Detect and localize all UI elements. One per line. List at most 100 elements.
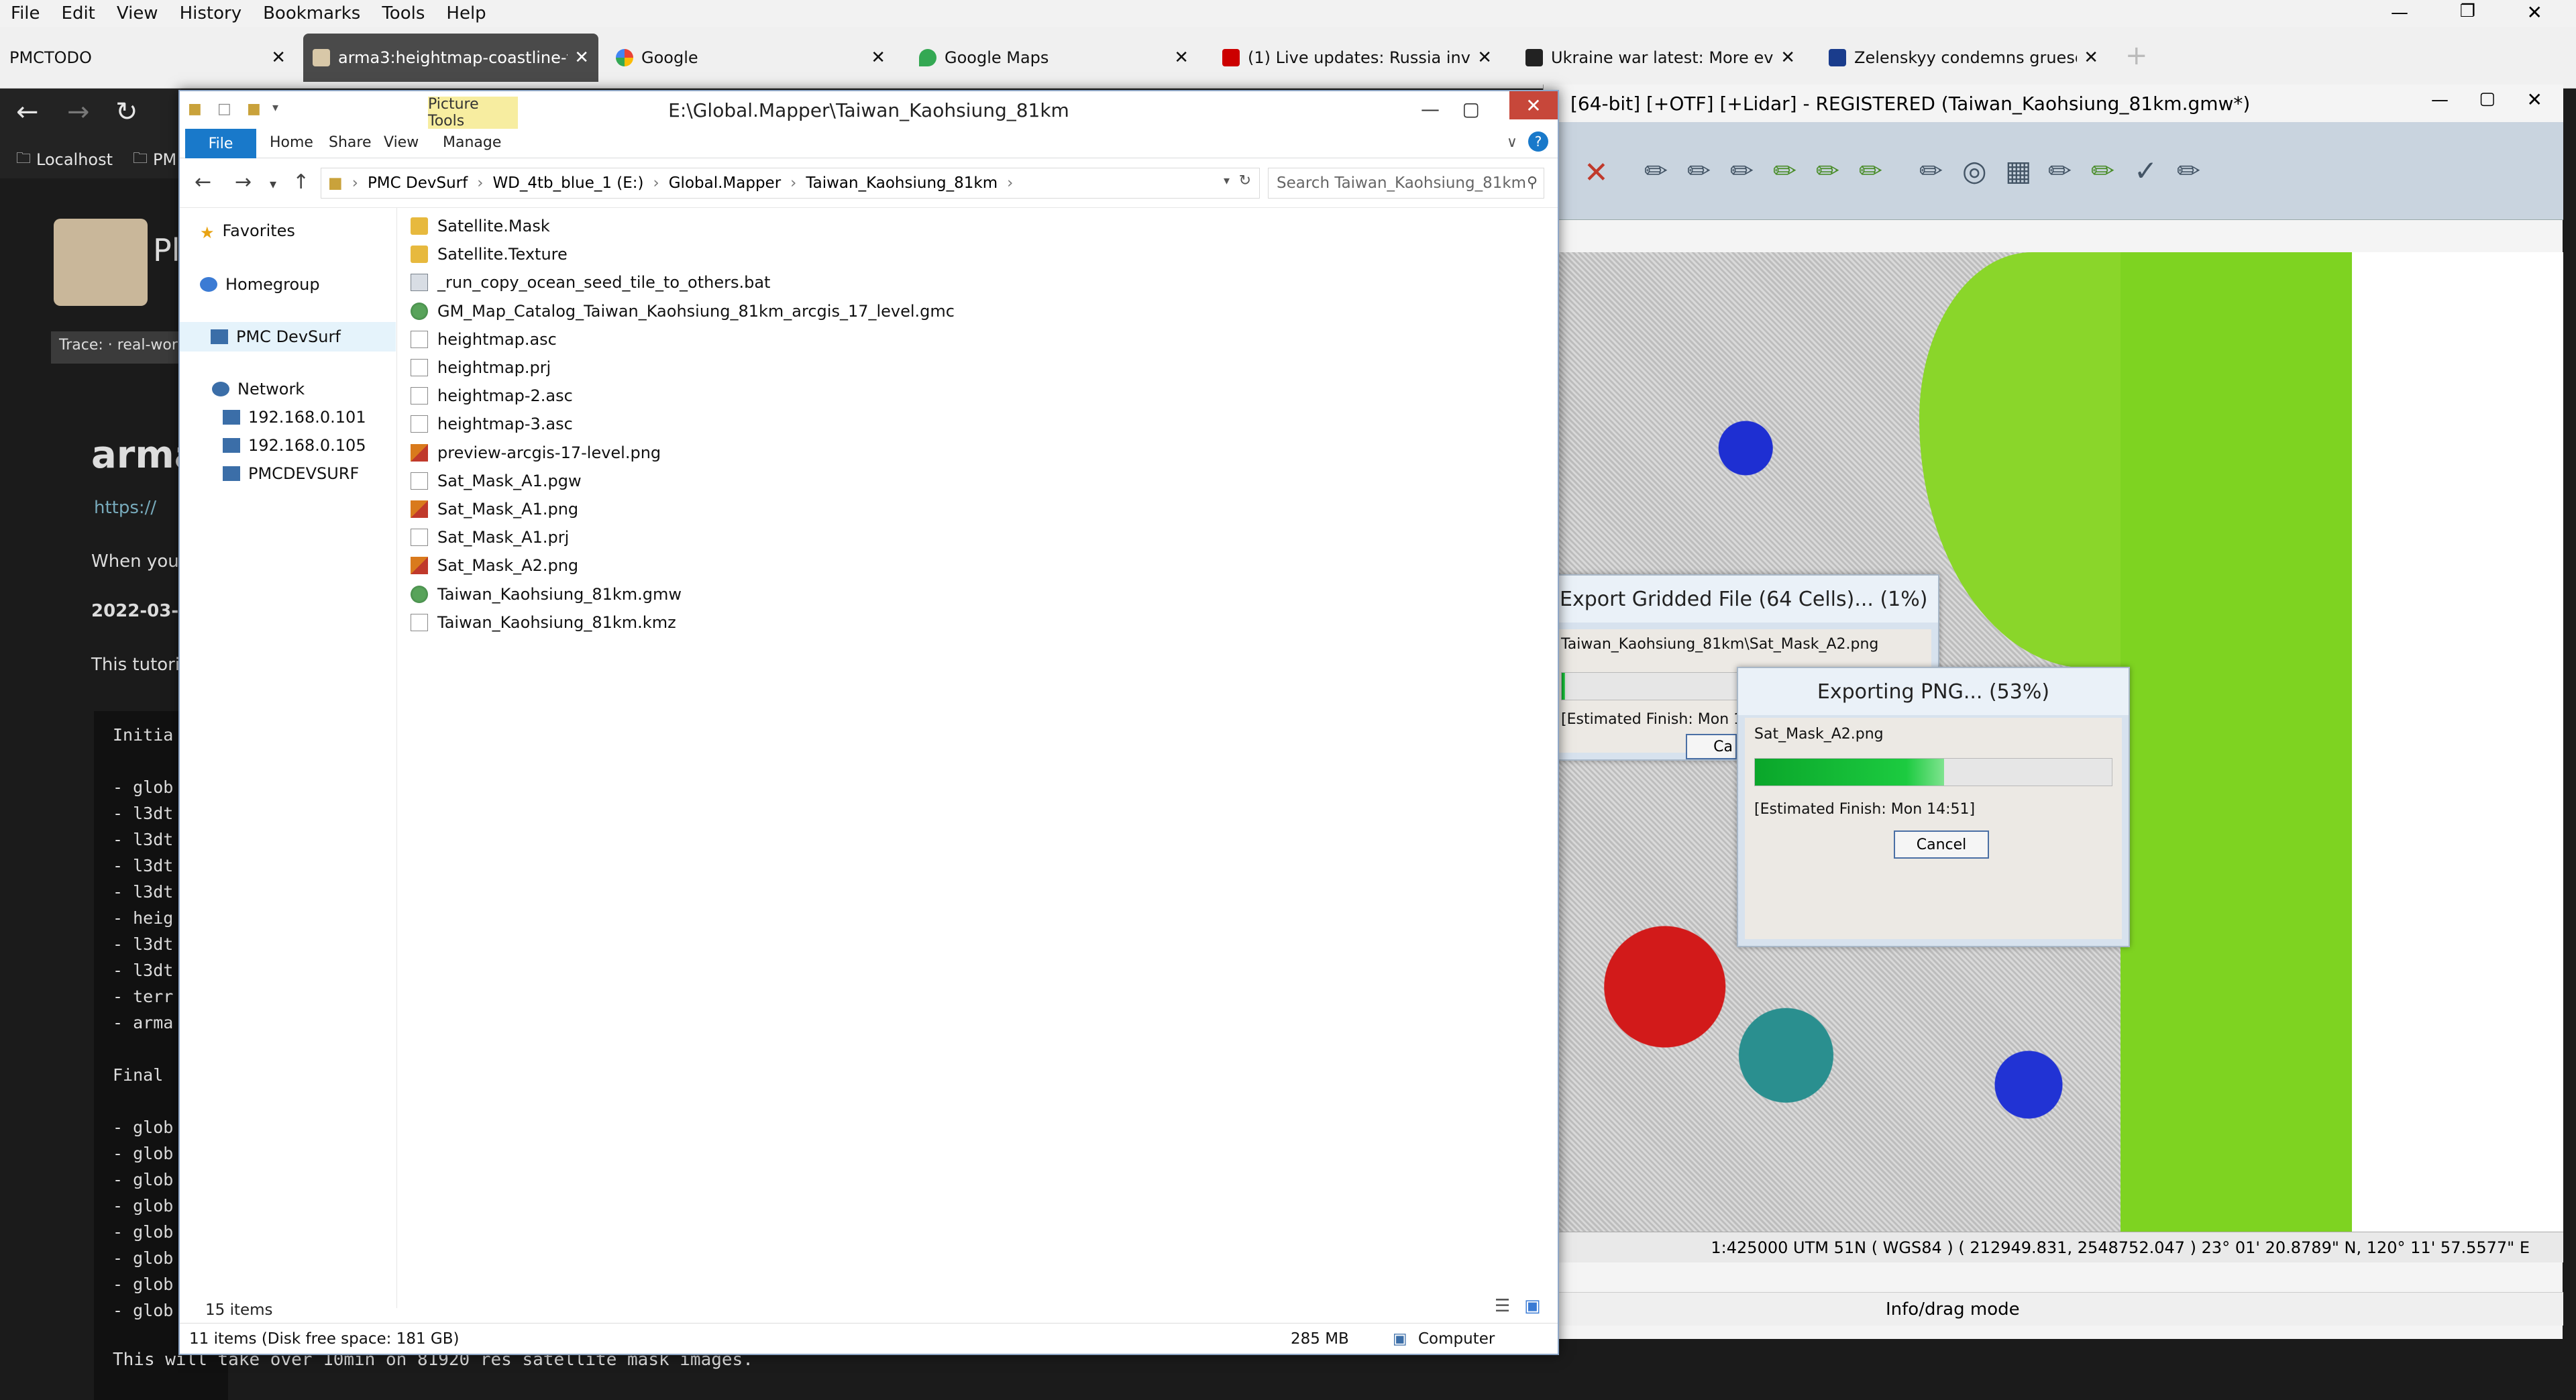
minimize-icon[interactable]: — [2431,90,2449,110]
new-tab-icon[interactable]: + [2125,40,2148,71]
tab-pmctodo[interactable]: PMCTODO ✕ [0,34,295,82]
split-icon[interactable]: ✏ [2048,154,2072,187]
digitize-area-icon[interactable]: ✏ [1730,154,1754,187]
combine-icon[interactable]: ✏ [2091,154,2114,187]
file-item[interactable]: GM_Map_Catalog_Taiwan_Kaohsiung_81km_arc… [411,297,955,325]
menu-view[interactable]: View [106,3,169,23]
close-tab-icon[interactable]: ✕ [1477,48,1492,68]
ribbon-share-tab[interactable]: Share [329,134,372,151]
back-icon[interactable]: ← [16,97,39,127]
grid-icon[interactable]: ▦ [2005,154,2032,187]
menu-bookmarks[interactable]: Bookmarks [252,3,371,23]
close-tab-icon[interactable]: ✕ [871,48,885,68]
breadcrumb-globalmapper[interactable]: Global.Mapper [669,174,781,192]
tab-ukraine-war[interactable]: Ukraine war latest: More eviden ✕ [1516,34,1805,82]
edit-vertex-icon[interactable]: ✏ [1816,154,1839,187]
ribbon-home-tab[interactable]: Home [270,134,313,151]
address-box[interactable]: ■ › PMC DevSurf › WD_4tb_blue_1 (E:) › G… [321,168,1260,199]
nav-homegroup[interactable]: Homegroup [200,275,320,294]
thumbnail-view-icon[interactable]: ▣ [1524,1296,1541,1316]
maximize-icon[interactable]: ▢ [2479,89,2496,109]
close-tab-icon[interactable]: ✕ [271,48,286,68]
tab-arma3-heightmap[interactable]: arma3:heightmap-coastline-fixin ✕ [303,34,598,82]
file-item[interactable]: Satellite.Mask [411,212,550,240]
details-view-icon[interactable]: ☰ [1495,1296,1510,1316]
file-item[interactable]: Taiwan_Kaohsiung_81km.gmw [411,580,682,608]
search-input[interactable]: Search Taiwan_Kaohsiung_81km [1268,168,1544,199]
minimize-icon[interactable]: — [2391,3,2408,23]
edit-feature-icon[interactable]: ✏ [1773,154,1796,187]
file-item[interactable]: Sat_Mask_A2.png [411,551,578,580]
refresh-icon[interactable]: ↻ [1239,172,1251,189]
feature-info-icon[interactable]: ✓ [2134,154,2157,187]
close-icon[interactable]: ✕ [2527,1,2542,23]
close-icon[interactable]: ✕ [1509,91,1558,119]
bookmark-localhost[interactable]: Localhost [36,150,113,169]
nav-host-2[interactable]: 192.168.0.105 [223,436,366,455]
close-icon[interactable]: ✕ [2527,89,2542,111]
close-tab-icon[interactable]: ✕ [1174,48,1189,68]
back-icon[interactable]: ← [195,170,211,194]
maximize-icon[interactable]: ▢ [1462,98,1480,120]
target-icon[interactable]: ◎ [1962,154,1987,187]
recent-locations-icon[interactable]: ▾ [270,176,276,192]
file-item[interactable]: heightmap-2.asc [411,382,573,410]
minimize-icon[interactable]: — [1421,98,1440,120]
menu-help[interactable]: Help [435,3,496,23]
tab-google-maps[interactable]: Google Maps ✕ [910,34,1198,82]
site-title[interactable]: Pl [153,232,180,268]
nav-pc[interactable]: PMC DevSurf [180,322,396,352]
ribbon-file-tab[interactable]: File [185,129,256,158]
file-item[interactable]: heightmap.prj [411,354,551,382]
nav-host-1[interactable]: 192.168.0.101 [223,408,366,427]
help-icon[interactable]: ? [1528,131,1548,152]
move-feature-icon[interactable]: ✏ [1859,154,1882,187]
file-item[interactable]: Sat_Mask_A1.prj [411,523,569,551]
nav-favorites[interactable]: ★ Favorites [200,221,295,242]
gm-coordinate-status: 1:425000 UTM 51N ( WGS84 ) ( 212949.831,… [1544,1232,2563,1262]
breadcrumb-drive[interactable]: WD_4tb_blue_1 (E:) [492,174,643,192]
nav-host-3[interactable]: PMCDEVSURF [223,464,359,483]
tab-cnn[interactable]: (1) Live updates: Russia invades ✕ [1213,34,1501,82]
close-tab-icon[interactable]: ✕ [574,48,589,68]
file-item[interactable]: _run_copy_ocean_seed_tile_to_others.bat [411,268,770,297]
close-tab-icon[interactable]: ✕ [1780,48,1795,68]
bookmark-pm[interactable]: PM [153,150,176,169]
nav-network[interactable]: Network [212,380,305,398]
forward-icon[interactable]: → [67,97,90,127]
forward-icon[interactable]: → [235,170,252,194]
close-tab-icon[interactable]: ✕ [2084,48,2098,68]
delete-icon[interactable]: ✕ [1584,156,1609,190]
source-link[interactable]: https:// [94,498,156,518]
address-dropdown-icon[interactable]: ▾ [1224,174,1230,188]
digitize-line-icon[interactable]: ✏ [1687,154,1711,187]
menu-tools[interactable]: Tools [371,3,435,23]
restore-icon[interactable]: ❐ [2460,1,2475,21]
expand-ribbon-icon[interactable]: ∨ [1507,134,1517,151]
digitize-point-icon[interactable]: ✏ [1644,154,1668,187]
measure-icon[interactable]: ✏ [1919,154,1943,187]
file-item[interactable]: Satellite.Texture [411,240,568,268]
search-icon[interactable]: ⚲ [1527,174,1538,191]
breadcrumb-pc[interactable]: PMC DevSurf [368,174,468,192]
export-cancel-button[interactable]: Ca [1686,734,1737,759]
tab-google[interactable]: Google ✕ [606,34,895,82]
up-icon[interactable]: ↑ [292,170,309,194]
png-cancel-button[interactable]: Cancel [1894,830,1989,859]
file-item[interactable]: preview-arcgis-17-level.png [411,439,661,467]
file-item[interactable]: Taiwan_Kaohsiung_81km.kmz [411,608,676,637]
ribbon-manage-tab[interactable]: Manage [443,134,501,151]
menu-file[interactable]: File [0,3,51,23]
file-item[interactable]: Sat_Mask_A1.pgw [411,467,582,495]
file-item[interactable]: heightmap.asc [411,325,557,354]
file-item[interactable]: Sat_Mask_A1.png [411,495,578,523]
breadcrumb-folder[interactable]: Taiwan_Kaohsiung_81km [806,174,998,192]
reload-icon[interactable]: ↻ [115,97,138,127]
menu-edit[interactable]: Edit [51,3,106,23]
file-item[interactable]: heightmap-3.asc [411,410,573,438]
menu-history[interactable]: History [169,3,253,23]
file-name: Satellite.Mask [437,217,550,235]
tab-zelenskyy[interactable]: Zelenskyy condemns gruesome ✕ [1819,34,2108,82]
ribbon-view-tab[interactable]: View [384,134,419,151]
path-profile-icon[interactable]: ✏ [2177,154,2200,187]
